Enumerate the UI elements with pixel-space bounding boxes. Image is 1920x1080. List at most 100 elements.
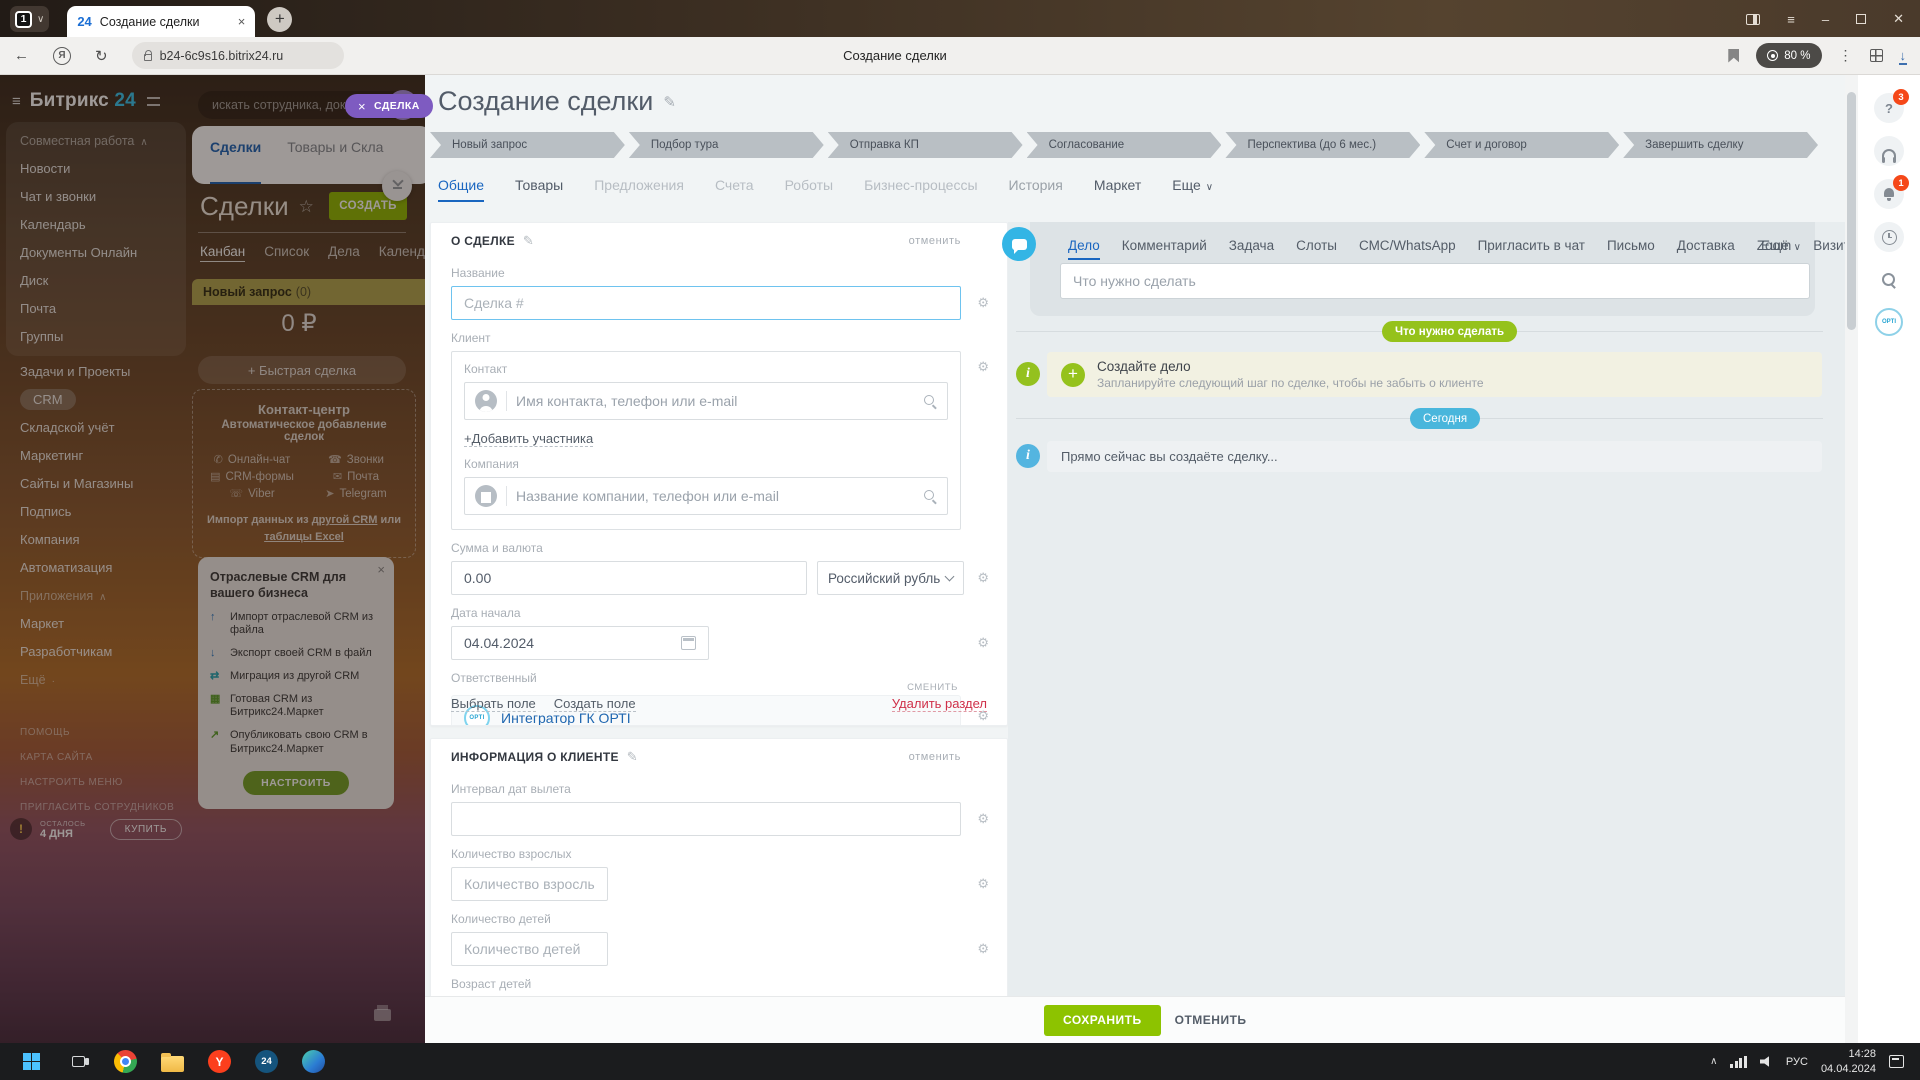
bookmark-icon[interactable] [1728, 49, 1739, 63]
deal-tab[interactable]: Бизнес-процессы [864, 177, 977, 193]
download-icon[interactable]: ↓ [1900, 51, 1907, 61]
task-view-icon[interactable] [65, 1048, 92, 1075]
deal-tab[interactable]: Предложения [594, 177, 684, 193]
section-cancel-link[interactable]: отменить [909, 235, 961, 247]
gear-icon[interactable]: ⚙ [977, 635, 989, 651]
add-participant-link[interactable]: +Добавить участника [464, 431, 593, 447]
timeline-tab[interactable]: Пригласить в чат [1478, 238, 1585, 253]
timeline-tab[interactable]: Доставка [1677, 238, 1735, 253]
back-icon[interactable]: ← [14, 47, 29, 64]
deal-tab[interactable]: История [1009, 177, 1063, 193]
deal-tab[interactable]: Общие [438, 177, 484, 193]
change-responsible-link[interactable]: СМЕНИТЬ [907, 682, 958, 693]
pipeline-stage[interactable]: Согласование [1027, 132, 1222, 158]
chrome-icon[interactable] [112, 1048, 139, 1075]
adults-count-input[interactable] [451, 867, 608, 901]
timeline-tab[interactable]: Дело [1068, 238, 1100, 253]
responsible-name[interactable]: Интегратор ГК ОРТI [501, 710, 631, 726]
gear-icon[interactable]: ⚙ [977, 876, 989, 892]
pipeline-stage[interactable]: Подбор тура [629, 132, 824, 158]
refresh-icon[interactable]: ↻ [95, 47, 108, 65]
pipeline-stage[interactable]: Отправка КП [828, 132, 1023, 158]
language-indicator[interactable]: РУС [1786, 1056, 1808, 1068]
address-bar[interactable]: b24-6c9s16.bitrix24.ru [132, 42, 344, 69]
notifications-icon[interactable] [1889, 1055, 1904, 1068]
tray-chevron-icon[interactable]: ∧ [1710, 1056, 1717, 1067]
pencil-icon[interactable]: ✎ [523, 233, 534, 249]
scrollbar-thumb[interactable] [1847, 92, 1856, 330]
support-icon[interactable] [1874, 136, 1904, 166]
bitrix24-app-icon[interactable] [253, 1048, 280, 1075]
pipeline-stage[interactable]: Новый запрос [430, 132, 625, 158]
zoom-badge[interactable]: 80 % [1756, 43, 1821, 68]
plus-icon[interactable]: + [1061, 363, 1085, 387]
history-icon[interactable] [1874, 222, 1904, 252]
deal-tab[interactable]: Товары [515, 177, 563, 193]
start-date-input[interactable] [464, 635, 681, 651]
deal-tab[interactable]: Роботы [785, 177, 833, 193]
timeline-tab[interactable]: Письмо [1607, 238, 1655, 253]
cancel-button[interactable]: ОТМЕНИТЬ [1175, 1013, 1247, 1027]
section-cancel-link[interactable]: отменить [909, 751, 961, 763]
taskbar-clock[interactable]: 14:28 04.04.2024 [1821, 1047, 1876, 1076]
todo-input[interactable] [1060, 263, 1810, 299]
file-explorer-icon[interactable] [159, 1048, 186, 1075]
company-input[interactable] [516, 488, 914, 504]
search-icon[interactable] [1874, 265, 1904, 295]
gear-icon[interactable]: ⚙ [977, 811, 989, 827]
flight-dates-input[interactable] [451, 802, 961, 836]
pencil-icon[interactable]: ✎ [663, 93, 676, 111]
menu-icon[interactable]: ≡ [1787, 12, 1795, 27]
calendar-icon[interactable] [681, 636, 696, 650]
gear-icon[interactable]: ⚙ [977, 359, 989, 375]
pipeline-stage[interactable]: Завершить сделку [1623, 132, 1818, 158]
deal-tab[interactable]: Еще [1172, 177, 1213, 193]
pipeline-stage[interactable]: Перспектива (до 6 мес.) [1225, 132, 1420, 158]
yandex-icon[interactable]: Я [53, 47, 71, 65]
select-field-link[interactable]: Выбрать поле [451, 696, 536, 712]
timeline-more-tab[interactable]: Ещё [1761, 238, 1801, 253]
save-button[interactable]: СОХРАНИТЬ [1044, 1005, 1161, 1036]
plan-todo-pill[interactable]: Что нужно сделать [1382, 321, 1517, 342]
new-tab-button[interactable]: + [267, 7, 292, 32]
kebab-menu-icon[interactable]: ⋮ [1839, 47, 1853, 64]
timeline-tab[interactable]: СМС/WhatsApp [1359, 238, 1456, 253]
deal-name-input[interactable] [451, 286, 961, 320]
children-count-input[interactable] [451, 932, 608, 966]
yandex-browser-icon[interactable] [206, 1048, 233, 1075]
help-icon[interactable]: ?3 [1874, 93, 1904, 123]
timeline-tab[interactable]: Комментарий [1122, 238, 1207, 253]
edge-browser-icon[interactable] [300, 1048, 327, 1075]
tab-group-button[interactable]: 1 ∨ [10, 6, 49, 32]
minimize-icon[interactable]: – [1822, 12, 1829, 27]
browser-tab[interactable]: 24 Создание сделки × [67, 6, 255, 37]
amount-input[interactable] [451, 561, 807, 595]
timeline-tab[interactable]: Слоты [1296, 238, 1337, 253]
pipeline-stage[interactable]: Счет и договор [1424, 132, 1619, 158]
start-button[interactable] [18, 1048, 45, 1075]
bell-icon[interactable]: 1 [1874, 179, 1904, 209]
deal-tab[interactable]: Маркет [1094, 177, 1141, 193]
search-icon[interactable] [923, 489, 937, 503]
scrollbar[interactable] [1845, 75, 1858, 1043]
gear-icon[interactable]: ⚙ [977, 570, 989, 586]
tab-close-icon[interactable]: × [238, 14, 246, 29]
delete-section-link[interactable]: Удалить раздел [892, 696, 987, 712]
timeline-tab[interactable]: Задача [1229, 238, 1274, 253]
collections-icon[interactable] [1870, 49, 1883, 62]
side-panel-icon[interactable] [1746, 14, 1760, 25]
window-close-icon[interactable]: ✕ [1893, 11, 1904, 27]
pencil-icon[interactable]: ✎ [627, 749, 638, 765]
create-field-link[interactable]: Создать поле [554, 696, 636, 712]
contact-input[interactable] [516, 393, 914, 409]
gear-icon[interactable]: ⚙ [977, 295, 989, 311]
gear-icon[interactable]: ⚙ [977, 941, 989, 957]
maximize-icon[interactable] [1856, 14, 1866, 24]
search-icon[interactable] [923, 394, 937, 408]
currency-select[interactable]: Российский рубль [817, 561, 964, 595]
slider-deal-tag[interactable]: × СДЕЛКА [345, 94, 433, 118]
user-avatar[interactable]: OPTI [1875, 308, 1903, 336]
deal-tab[interactable]: Счета [715, 177, 754, 193]
volume-icon[interactable] [1760, 1056, 1773, 1068]
network-icon[interactable] [1730, 1056, 1747, 1068]
